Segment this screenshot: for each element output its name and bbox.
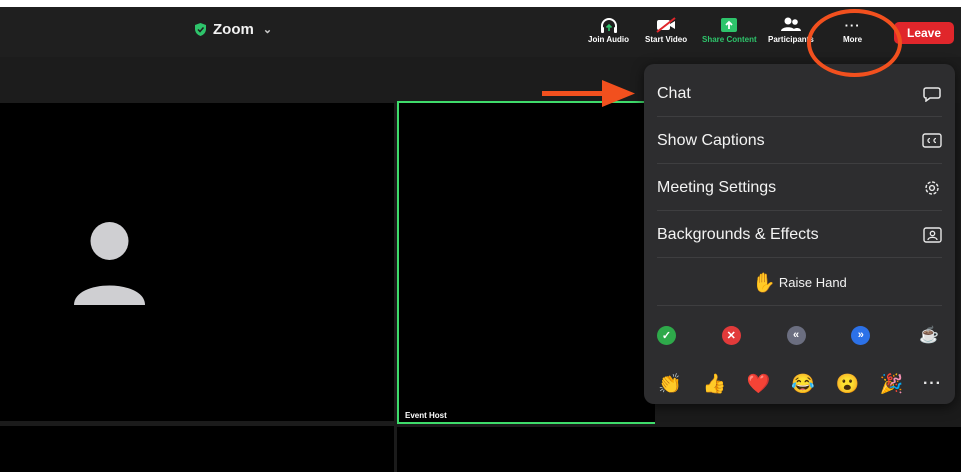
go-slower-icon[interactable]: «: [786, 325, 806, 345]
heart-icon[interactable]: ❤️: [746, 372, 772, 396]
host-name-label: Event Host: [405, 411, 447, 420]
menu-item-label: Show Captions: [657, 131, 765, 149]
menu-item-label: Meeting Settings: [657, 178, 777, 196]
open-mouth-icon[interactable]: 😮: [834, 372, 860, 396]
raise-hand-label: Raise Hand: [778, 275, 847, 290]
thumbs-up-icon[interactable]: 👍: [701, 372, 727, 396]
active-speaker-tile[interactable]: Event Host: [397, 101, 655, 424]
go-faster-icon[interactable]: »: [851, 325, 871, 345]
avatar-placeholder-icon: [74, 222, 145, 305]
raised-hand-icon: ✋: [752, 272, 776, 294]
participant-tile[interactable]: [0, 103, 394, 421]
annotation-circle: [807, 9, 902, 77]
menu-item-chat[interactable]: Chat: [657, 71, 942, 117]
menu-item-label: Chat: [657, 84, 691, 102]
menu-item-backgrounds-effects[interactable]: Backgrounds & Effects: [657, 212, 942, 258]
join-audio-label: Join Audio: [588, 35, 630, 44]
nonverbal-feedback-row: ✓ ✕ « » ☕: [657, 314, 942, 356]
coffee-cup-icon[interactable]: ☕: [916, 325, 942, 345]
no-x-icon[interactable]: ✕: [721, 325, 741, 345]
raise-hand-button[interactable]: ✋ Raise Hand: [657, 260, 942, 306]
tears-of-joy-icon[interactable]: 😂: [790, 372, 816, 396]
clapping-hands-icon[interactable]: 👏: [657, 372, 683, 396]
reactions-row: 👏 👍 ❤️ 😂 😮 🎉 ···: [657, 363, 942, 405]
menu-item-label: Backgrounds & Effects: [657, 225, 819, 243]
meeting-title-text: Zoom: [213, 21, 254, 38]
share-content-label: Share Content: [702, 35, 757, 44]
yes-check-icon[interactable]: ✓: [657, 325, 676, 345]
portrait-icon: [922, 226, 942, 243]
menu-item-meeting-settings[interactable]: Meeting Settings: [657, 165, 942, 211]
share-content-button[interactable]: Share Content: [702, 15, 757, 44]
leave-button[interactable]: Leave: [894, 22, 954, 44]
participant-tile[interactable]: [397, 427, 961, 472]
chevron-down-icon: ⌄: [262, 24, 273, 36]
meeting-title[interactable]: Zoom ⌄: [195, 21, 272, 38]
participant-tile[interactable]: [0, 426, 394, 472]
share-screen-icon: [721, 18, 738, 32]
zoom-window: Zoom ⌄ Join Audio Start Video Share Cont…: [0, 7, 961, 472]
start-video-button[interactable]: Start Video: [645, 15, 687, 44]
cc-icon: [922, 133, 942, 148]
video-off-icon: [656, 17, 676, 33]
party-popper-icon[interactable]: 🎉: [879, 372, 905, 396]
more-reactions-icon[interactable]: ···: [923, 375, 942, 393]
participants-icon: [780, 17, 801, 31]
annotation-arrow-icon: [542, 80, 635, 107]
start-video-label: Start Video: [645, 35, 688, 44]
more-menu: Chat Show Captions Meeting Settings Back…: [644, 64, 955, 404]
security-shield-icon: [195, 23, 206, 36]
join-audio-button[interactable]: Join Audio: [588, 15, 629, 44]
menu-item-show-captions[interactable]: Show Captions: [657, 118, 942, 164]
chat-bubble-icon: [923, 86, 941, 102]
gear-icon: [925, 180, 939, 195]
headphones-icon: [600, 18, 617, 33]
